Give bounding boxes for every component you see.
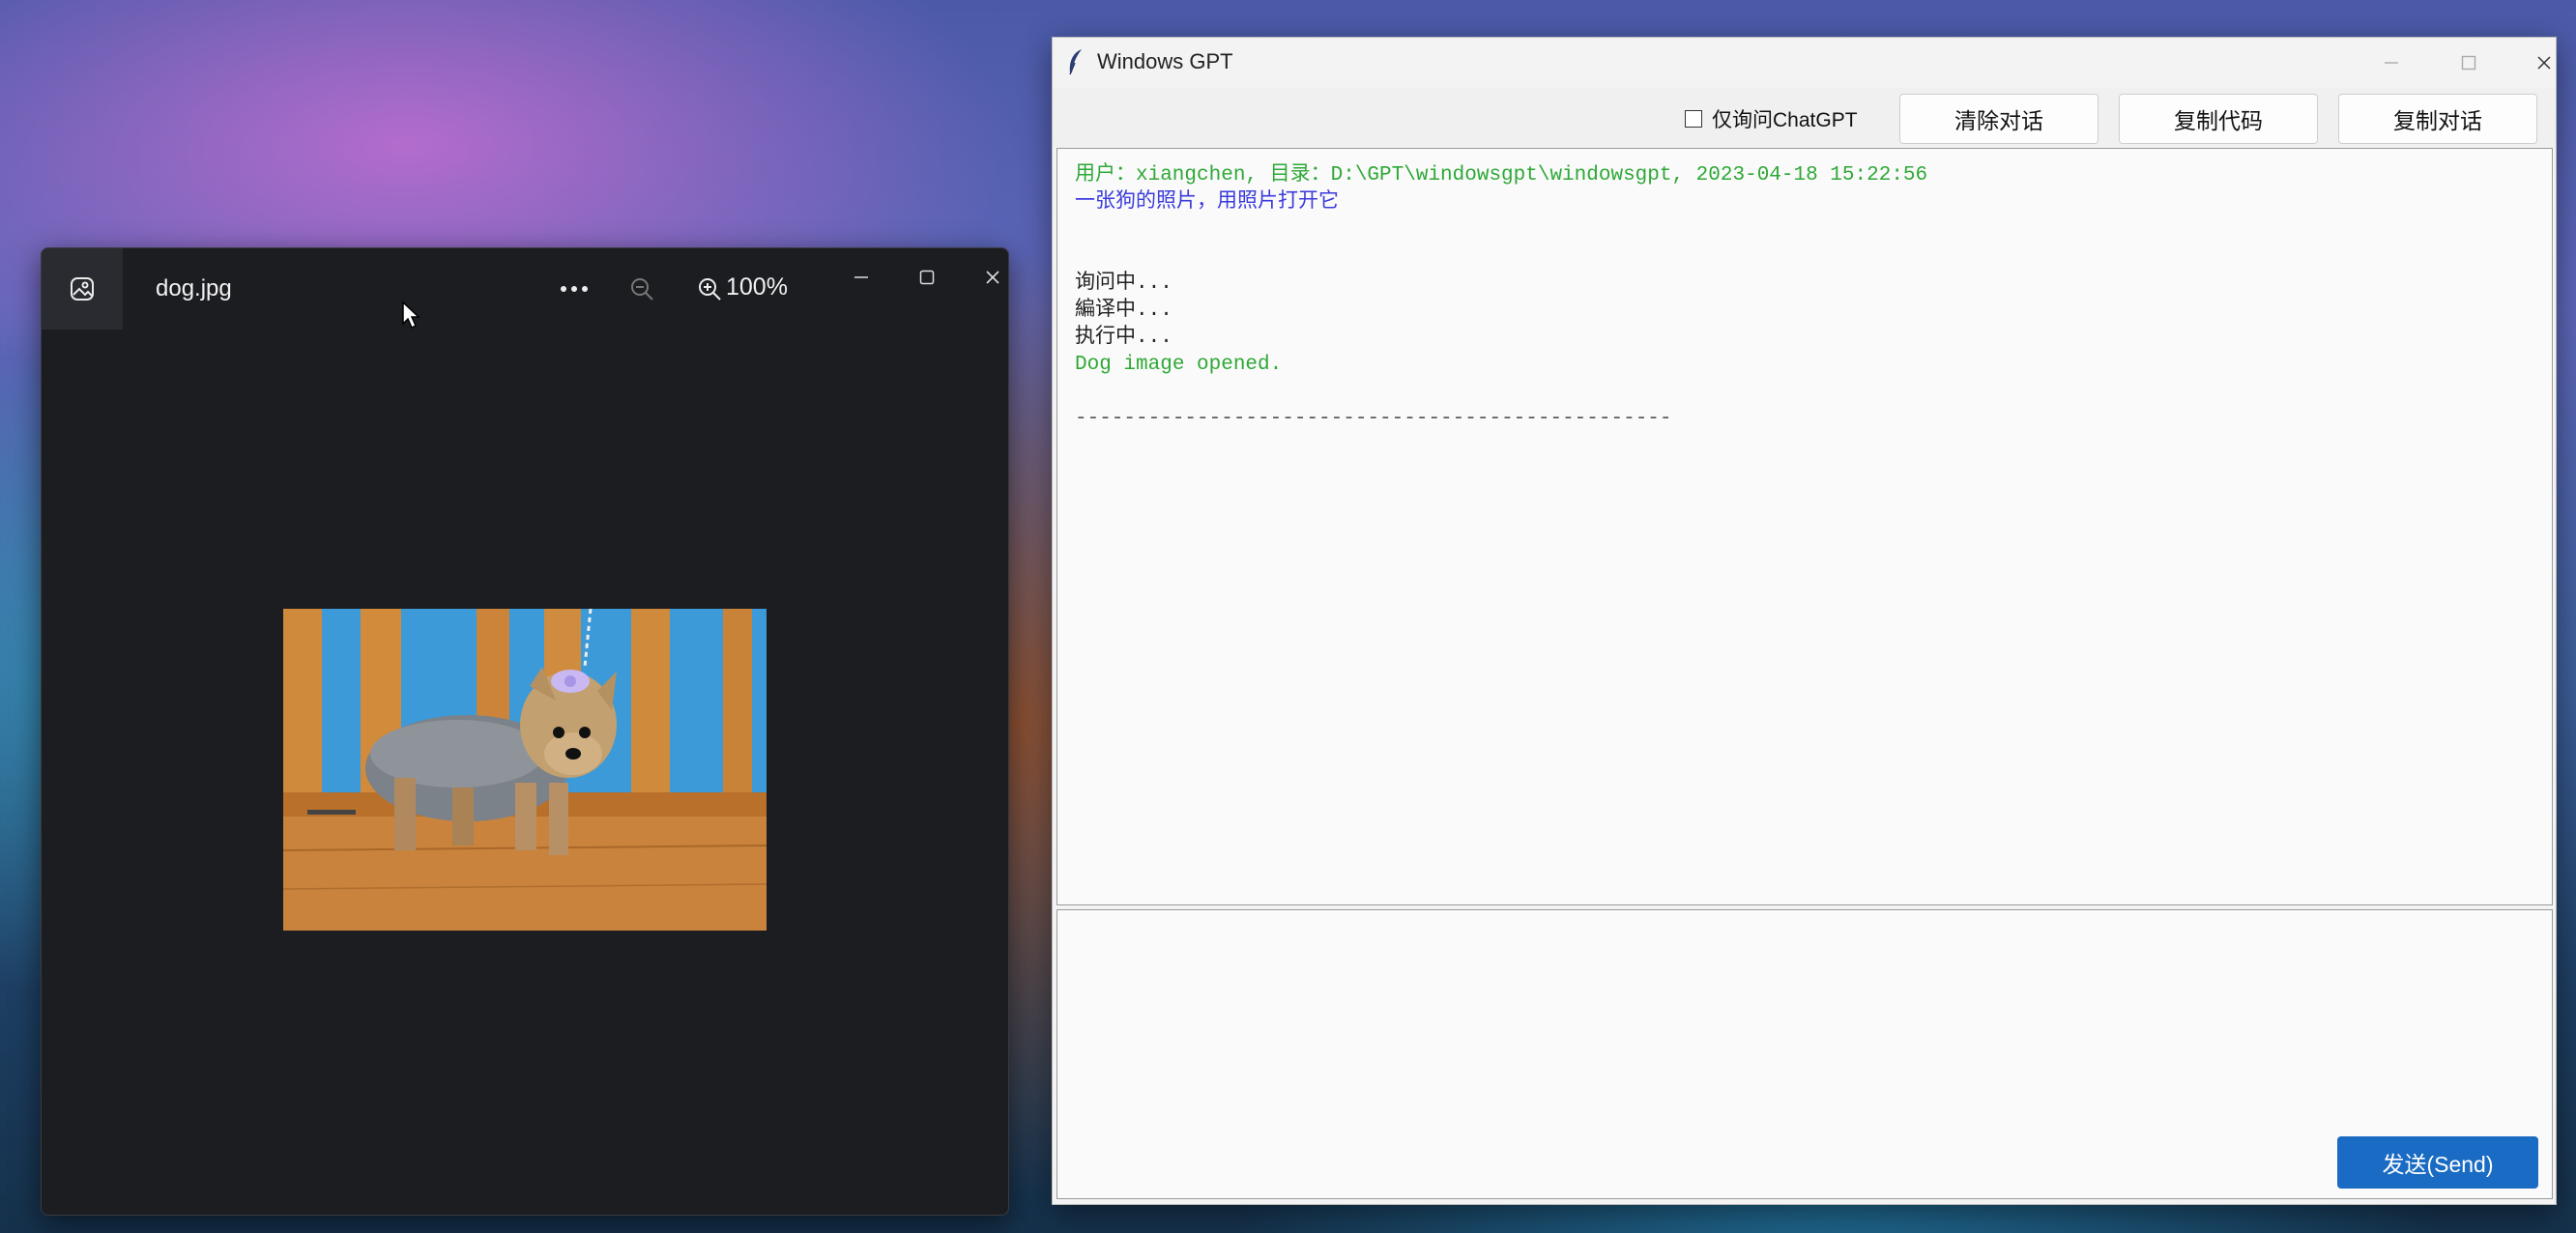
- zoom-out-icon[interactable]: [622, 270, 662, 308]
- dog-photo: [283, 609, 767, 931]
- close-icon[interactable]: [970, 260, 1008, 295]
- message-input[interactable]: 发送(Send): [1056, 909, 2553, 1199]
- feather-icon: [1066, 47, 1085, 81]
- conversation-output[interactable]: 用户：xiangchen, 目录：D:\GPT\windowsgpt\windo…: [1056, 148, 2553, 905]
- maximize-icon[interactable]: [905, 260, 949, 295]
- window-title: Windows GPT: [1097, 49, 1233, 73]
- zoom-level[interactable]: 100%: [726, 273, 788, 301]
- close-icon[interactable]: [2515, 42, 2573, 84]
- copy-code-button[interactable]: 复制代码: [2119, 94, 2318, 144]
- mouse-cursor-icon: [401, 301, 420, 334]
- output-line: Dog image opened.: [1075, 354, 1283, 376]
- photo-viewer-window: dog.jpg 100%: [41, 247, 1009, 1216]
- output-line: 执行中...: [1075, 327, 1172, 349]
- windows-gpt-window: Windows GPT 仅询问ChatGPT 清除对话 复制代码 复制对话 用户…: [1052, 37, 2557, 1205]
- toolbar: 仅询问ChatGPT 清除对话 复制代码 复制对话: [1053, 88, 2556, 148]
- more-options-icon[interactable]: [554, 270, 594, 308]
- file-name: dog.jpg: [156, 275, 232, 301]
- output-line: 询问中...: [1075, 272, 1172, 295]
- viewer-title-bar: dog.jpg 100%: [42, 248, 1008, 330]
- photos-app-icon[interactable]: [42, 248, 123, 330]
- output-line: 編译中...: [1075, 300, 1172, 322]
- copy-chat-button[interactable]: 复制对话: [2338, 94, 2537, 144]
- gpt-title-bar: Windows GPT: [1053, 38, 2556, 88]
- minimize-icon[interactable]: [839, 260, 883, 295]
- output-line: 用户：xiangchen, 目录：D:\GPT\windowsgpt\windo…: [1075, 164, 1928, 186]
- chatgpt-only-checkbox[interactable]: 仅询问ChatGPT: [1685, 104, 1858, 133]
- minimize-icon[interactable]: [2362, 42, 2420, 84]
- separator-line: ----------------------------------------…: [1075, 408, 1672, 430]
- zoom-in-icon[interactable]: [689, 270, 730, 308]
- maximize-icon[interactable]: [2440, 42, 2498, 84]
- send-button[interactable]: 发送(Send): [2337, 1136, 2538, 1189]
- checkbox-box[interactable]: [1685, 110, 1702, 128]
- checkbox-label: 仅询问ChatGPT: [1712, 109, 1858, 131]
- clear-chat-button[interactable]: 清除对话: [1899, 94, 2098, 144]
- output-line: 一张狗的照片，用照片打开它: [1075, 191, 1339, 214]
